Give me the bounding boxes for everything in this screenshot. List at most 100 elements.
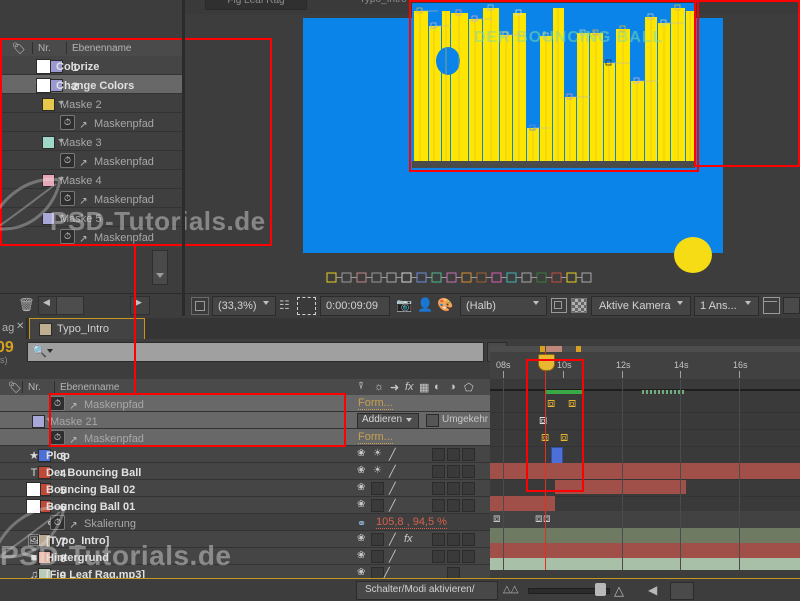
- shy-switch-icon[interactable]: ❀: [357, 499, 365, 510]
- keyframe-icon[interactable]: ⧈: [568, 395, 576, 411]
- stopwatch-icon[interactable]: ⏱: [50, 515, 65, 530]
- graph-editor-icon[interactable]: ↗: [77, 155, 90, 169]
- lower-playhead-line[interactable]: [545, 352, 546, 570]
- table-row[interactable]: 3 ★ Plop: [0, 446, 490, 463]
- workarea-strip[interactable]: [490, 346, 800, 352]
- property-value[interactable]: 105,8 , 94,5 %: [376, 516, 447, 529]
- layer-switch[interactable]: [462, 533, 475, 546]
- keyframe-row-1[interactable]: ⧈ ⧈: [490, 395, 800, 413]
- layer-source-swatch[interactable]: [26, 499, 41, 514]
- comp-bars-region[interactable]: DER BOUNCING BALL: [412, 3, 695, 168]
- layer-switch[interactable]: [447, 465, 460, 478]
- quality-switch-icon[interactable]: ╱: [389, 533, 396, 546]
- collapse-switch[interactable]: [371, 550, 384, 563]
- layer-switch[interactable]: [432, 465, 445, 478]
- transparency-grid-icon[interactable]: [571, 298, 587, 313]
- keyframe-row-3[interactable]: ⧈ ⧈: [490, 429, 800, 447]
- chevron-down-icon[interactable]: [47, 349, 53, 353]
- lower-ruler[interactable]: 08s 10s 12s 14s 16s: [490, 346, 800, 380]
- keyframe-row-skalierung[interactable]: ⧈ ⧈ ⧈: [490, 511, 800, 529]
- keyframe-icon[interactable]: ⧈: [547, 395, 555, 411]
- shy-switch-icon[interactable]: ❀: [357, 448, 365, 459]
- layer-bar-bouncing-ball-02[interactable]: [555, 480, 686, 494]
- property-value[interactable]: Form...: [358, 431, 393, 444]
- mask-color-chip[interactable]: [42, 98, 55, 111]
- stopwatch-icon[interactable]: ⏱: [60, 191, 75, 206]
- layer-switch[interactable]: [432, 533, 445, 546]
- graph-editor-icon[interactable]: ↗: [77, 193, 90, 207]
- 3d-icon[interactable]: ⬠: [464, 381, 474, 394]
- zoom-in-icon[interactable]: △: [614, 583, 624, 599]
- views-count-dropdown[interactable]: 1 Ans...: [694, 296, 759, 316]
- layer-switch[interactable]: [432, 550, 445, 563]
- stopwatch-icon[interactable]: ⏱: [60, 115, 75, 130]
- mask-mode-dropdown[interactable]: Addieren: [357, 413, 419, 429]
- chevron-down-icon[interactable]: [745, 301, 751, 305]
- shy-switch-icon[interactable]: ❀: [357, 550, 365, 561]
- layer-switch[interactable]: [447, 550, 460, 563]
- lower-track-area[interactable]: ⧈ ⧈ ⧈ ⧈ ⧈ ⧈ ⧈ ⧈: [490, 379, 800, 570]
- layer-row-bb02[interactable]: [490, 479, 800, 497]
- chevron-down-icon[interactable]: [263, 301, 269, 305]
- layer-bar-typo-intro[interactable]: [490, 528, 800, 544]
- link-icon[interactable]: ⚭: [357, 517, 366, 530]
- keyframe-icon[interactable]: ⧈: [535, 511, 543, 526]
- layer-switch[interactable]: [462, 448, 475, 461]
- table-row[interactable]: 8 ■ Hintergrund: [0, 548, 490, 565]
- layer-switch[interactable]: [432, 499, 445, 512]
- quality-switch-icon[interactable]: ╱: [389, 550, 396, 563]
- tab-fig-leaf-rag-lower[interactable]: ag ✕: [0, 318, 27, 339]
- camera-view-dropdown[interactable]: Aktive Kamera: [591, 296, 691, 316]
- keyframe-icon[interactable]: ⧈: [560, 429, 568, 445]
- layer-switch[interactable]: [447, 499, 460, 512]
- search-input[interactable]: 🔍: [27, 342, 484, 362]
- quality-switch-icon[interactable]: ╱: [389, 465, 396, 478]
- quality-switch-icon[interactable]: ╱: [389, 499, 396, 512]
- chevron-down-icon[interactable]: [406, 418, 412, 422]
- layer-source-swatch[interactable]: [36, 59, 51, 74]
- shy-switch-icon[interactable]: ❀: [357, 567, 365, 578]
- roi-toggle-icon[interactable]: [297, 297, 316, 315]
- always-preview-icon[interactable]: [191, 297, 209, 315]
- graph-editor-left-icon[interactable]: ◀: [648, 583, 657, 597]
- panel-divider-vertical[interactable]: [182, 0, 185, 316]
- snapshot-icon[interactable]: 📷: [396, 297, 412, 313]
- lower-playhead-handle[interactable]: [538, 354, 555, 371]
- graph-editor-icon[interactable]: ↗: [77, 231, 90, 245]
- layer-source-swatch[interactable]: [26, 482, 41, 497]
- layer-switch[interactable]: [447, 448, 460, 461]
- scroll-down-arrow-icon[interactable]: [156, 273, 164, 278]
- stopwatch-icon[interactable]: ⏱: [60, 229, 75, 244]
- trash-icon[interactable]: 🗑: [18, 297, 35, 313]
- quality-icon[interactable]: ➜: [390, 381, 399, 394]
- comp-flowchart-icon[interactable]: [763, 297, 780, 314]
- stopwatch-icon[interactable]: ⏱: [50, 396, 65, 411]
- table-row[interactable]: ⏱ ↗ Maskenpfad: [0, 395, 490, 412]
- graph-editor-icon[interactable]: ↗: [77, 117, 90, 131]
- next-frame-button[interactable]: ▶: [130, 296, 150, 315]
- layer-switch[interactable]: [447, 482, 460, 495]
- table-row[interactable]: ⏱ ↗ Maskenpfad: [0, 429, 490, 446]
- table-row[interactable]: 7 🖼 [Typo_Intro]: [0, 531, 490, 548]
- zoom-out-icon[interactable]: △△: [503, 584, 518, 595]
- zoom-dropdown[interactable]: (33,3%): [212, 296, 276, 316]
- keyframe-icon[interactable]: ⧈: [539, 412, 547, 428]
- close-icon[interactable]: ✕: [16, 321, 24, 332]
- toggle-switches-modes-button[interactable]: Schalter/Modi aktivieren/: [356, 581, 498, 600]
- layer-switch[interactable]: [462, 550, 475, 563]
- keyframe-icon[interactable]: ⧈: [493, 511, 501, 526]
- graph-editor-icon[interactable]: ↗: [67, 398, 80, 412]
- layer-switch[interactable]: [462, 482, 475, 495]
- collapse-switch-icon[interactable]: ☀: [373, 465, 382, 476]
- search-icon[interactable]: 🔍: [32, 344, 47, 358]
- layer-bar-der-bouncing-ball[interactable]: [490, 463, 800, 480]
- layer-switch[interactable]: [432, 482, 445, 495]
- show-snapshot-icon[interactable]: 👤: [417, 297, 433, 313]
- upper-panel-scrollbar[interactable]: [152, 250, 168, 285]
- quality-switch-icon[interactable]: ╱: [389, 448, 396, 461]
- shy-icon[interactable]: ⍒: [358, 381, 364, 392]
- quality-switch-icon[interactable]: ╱: [389, 482, 396, 495]
- time-display[interactable]: 0:00:09:09: [320, 296, 390, 316]
- chevron-down-icon[interactable]: [533, 301, 539, 305]
- graph-editor-icon[interactable]: ↗: [67, 517, 80, 531]
